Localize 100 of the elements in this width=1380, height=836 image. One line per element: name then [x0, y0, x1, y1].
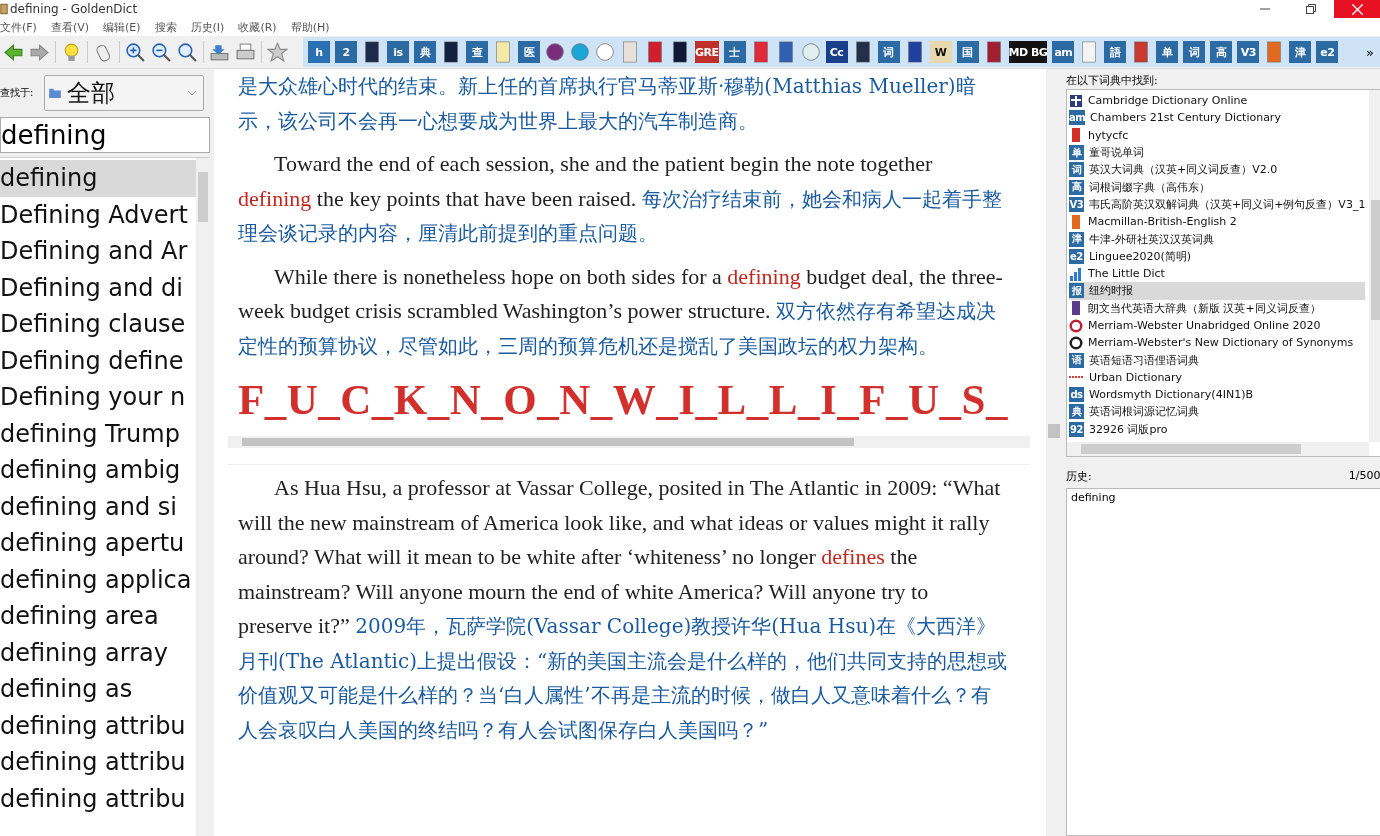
menu-item[interactable]: 收藏(R): [238, 19, 277, 35]
back-arrow-icon[interactable]: [3, 41, 24, 63]
word-list-item[interactable]: defining attribu: [0, 744, 196, 781]
history-label: 历史:: [1065, 469, 1092, 484]
dictionary-button[interactable]: 单: [1156, 41, 1179, 63]
round-logo-icon[interactable]: [570, 41, 590, 63]
scrollbar[interactable]: [1369, 90, 1380, 442]
dictionary-badge: ds: [1068, 387, 1084, 403]
article-paragraph: As Hua Hsu, a professor at Vassar College, posited in The Atlantic in 2009: “What will the new mainstream of America look like, and what ideas or values might it rally around? What will it mean to be white after ‘whiteness’ no longer defines the mainstream? Will anyone mourn the end of white America? Will anyone try to preserve it?” 2009年，瓦萨学院(Vassar College)教授许华(Hua Hsu)在《大西洋》月刊(The Atlantic)上提出假设：“新的美国主流会是什么样的，他们共同支持的思想或价值观又可能是什么样的？当‘白人属性’不再是主流的时候，做白人又意味着什么？有人会哀叹白人美国的终结吗？有人会试图保存白人美国吗？”: [238, 474, 1008, 744]
dictionary-button[interactable]: 国: [956, 41, 979, 63]
magnifier-icon[interactable]: [177, 41, 198, 63]
word-list-item[interactable]: defining array: [0, 634, 196, 671]
dictionary-button[interactable]: 高: [1210, 41, 1233, 63]
dictionary-list-item[interactable]: 高 词根词缀字典（高伟东）: [1068, 178, 1366, 196]
word-list-item[interactable]: Defining and di: [0, 269, 196, 306]
dictionary-list-item[interactable]: e2 Linguee2020(简明): [1068, 247, 1366, 265]
dictionary-list-item[interactable]: The Little Dict: [1068, 264, 1366, 283]
word-list-item[interactable]: defining Trump: [0, 415, 196, 452]
star-icon[interactable]: [267, 41, 288, 63]
more-button[interactable]: »: [1366, 44, 1380, 60]
word-list-item[interactable]: Defining Advert: [0, 196, 196, 233]
word-list-item[interactable]: defining attribu: [0, 780, 196, 817]
dictionary-button[interactable]: Cc: [825, 41, 848, 63]
dictionary-button[interactable]: 津: [1289, 41, 1312, 63]
app-icon: [0, 3, 8, 15]
dictionary-button[interactable]: 词: [877, 41, 900, 63]
zoom-in-icon[interactable]: [125, 41, 146, 63]
word-list-item[interactable]: defining apertu: [0, 525, 196, 562]
dictionary-list-item[interactable]: Merriam-Webster Unabridged Online 2020: [1068, 316, 1366, 335]
menu-item[interactable]: 历史(I): [190, 19, 225, 35]
dictionary-button[interactable]: 典: [414, 41, 436, 63]
book-cover-icon[interactable]: [362, 41, 382, 63]
dictionary-list-item[interactable]: 朗文当代英语大辞典（新版 汉英+同义词反查）: [1068, 299, 1366, 317]
close-button[interactable]: [1334, 0, 1380, 18]
dictionary-list-item[interactable]: 典 英语词根词源记忆词典: [1068, 403, 1366, 421]
dictionary-list-item[interactable]: 津 牛津-外研社英汉汉英词典: [1068, 230, 1366, 248]
horizontal-scrollbar[interactable]: [228, 436, 1030, 448]
article-paragraph: Toward the end of each session, she and the patient begin the note together defining the key points that have been raised. 每次治疗结束前，她会和病人一起着手整理会谈记录的内容，厘清此前提到的重点问题。: [238, 150, 1003, 247]
menu-item[interactable]: 编辑(E): [103, 19, 141, 35]
word-list-item[interactable]: defining area: [0, 598, 196, 635]
dictionary-list-item[interactable]: hytycfc: [1068, 126, 1366, 144]
word-list-item[interactable]: defining attribu: [0, 707, 196, 744]
group-dropdown[interactable]: 全部: [44, 75, 204, 111]
dictionary-badge: 语: [1068, 352, 1084, 368]
search-in-label: 查找于:: [0, 86, 35, 100]
article-paragraph: 是大众雄心时代的结束。新上任的首席执行官马蒂亚斯·穆勒(Matthias Mueller)暗示，该公司不会再一心想要成为世界上最大的汽车制造商。: [238, 73, 977, 135]
search-field[interactable]: defining: [0, 117, 210, 153]
dictionary-button[interactable]: h: [308, 41, 330, 63]
dictionary-list-item[interactable]: 92 32926 词版pro: [1068, 420, 1366, 438]
dictionary-button[interactable]: MD BG: [1008, 41, 1048, 63]
dictionary-list-item[interactable]: am Chambers 21st Century Dictionary: [1068, 109, 1366, 127]
scrollbar[interactable]: [196, 158, 210, 836]
dictionary-button[interactable]: e2: [1316, 41, 1339, 63]
dictionary-button[interactable]: 2: [335, 41, 357, 63]
word-list-item[interactable]: defining and si: [0, 488, 196, 525]
dictionary-list-item[interactable]: Urban Dictionary: [1068, 368, 1366, 387]
word-list-item[interactable]: Defining define: [0, 342, 196, 379]
article-scrollbar[interactable]: [1045, 69, 1062, 836]
word-list-item[interactable]: defining applica: [0, 561, 196, 598]
dictionary-button[interactable]: 士: [723, 41, 746, 63]
dictionary-list-item[interactable]: 语 英语短语习语俚语词典: [1068, 351, 1366, 369]
menu-item[interactable]: 查看(V): [50, 19, 90, 35]
dictionary-button[interactable]: 医: [518, 41, 540, 63]
zoom-out-icon[interactable]: [151, 41, 172, 63]
dictionary-button[interactable]: W: [929, 41, 952, 63]
dictionary-button[interactable]: is: [387, 41, 409, 63]
dictionary-list-item[interactable]: 单 童哥说单词: [1068, 143, 1366, 162]
dictionary-button[interactable]: 查: [466, 41, 488, 63]
history-item[interactable]: defining: [1070, 491, 1380, 504]
word-list-item[interactable]: Defining and Ar: [0, 233, 196, 270]
book-cover-icon[interactable]: [441, 41, 461, 63]
dictionary-button[interactable]: GRE: [695, 41, 719, 63]
dictionary-button[interactable]: 词: [1183, 41, 1206, 63]
dictionary-list-item[interactable]: 报 纽约时报: [1068, 282, 1366, 300]
word-list-item[interactable]: defining: [0, 160, 196, 197]
dictionary-list-item[interactable]: ds Wordsmyth Dictionary(4IN1)B: [1068, 386, 1366, 404]
dictionary-badge: 津: [1068, 231, 1084, 247]
book-cover-icon[interactable]: [670, 41, 690, 63]
dictionary-list-item[interactable]: 词 英汉大词典（汉英+同义词反查）V2.0: [1068, 161, 1366, 179]
menu-item[interactable]: 文件(F): [0, 19, 37, 35]
dictionary-button[interactable]: V3: [1237, 41, 1260, 63]
horizontal-scrollbar[interactable]: [1066, 442, 1370, 456]
close-icon: [1351, 3, 1363, 15]
word-list-item[interactable]: Defining clause: [0, 306, 196, 343]
found-in-label: 在以下词典中找到:: [1065, 73, 1159, 89]
dictionary-list-item[interactable]: V3 韦氏高阶英汉双解词典（汉英+同义词+例句反查）V3_1: [1068, 195, 1366, 214]
dictionary-list-item[interactable]: Macmillan-British-English 2: [1068, 213, 1366, 231]
dictionary-list-item[interactable]: Cambridge Dictionary Online: [1068, 92, 1366, 110]
forward-arrow-icon[interactable]: [29, 41, 50, 63]
word-list-item[interactable]: Defining your n: [0, 379, 196, 416]
dictionary-button[interactable]: am: [1052, 41, 1075, 63]
round-logo-icon[interactable]: [545, 41, 565, 63]
menu-item[interactable]: 搜索: [154, 19, 177, 35]
word-list-item[interactable]: defining ambig: [0, 452, 196, 489]
dictionary-badge: 92: [1068, 421, 1084, 437]
menu-item[interactable]: 帮助(H): [290, 19, 330, 35]
dictionary-badge: 报: [1068, 283, 1084, 299]
dictionary-button[interactable]: 語: [1104, 41, 1127, 63]
dictionary-list-item[interactable]: Merriam-Webster's New Dictionary of Synonyms: [1068, 334, 1366, 352]
word-list-item[interactable]: defining as: [0, 671, 196, 708]
